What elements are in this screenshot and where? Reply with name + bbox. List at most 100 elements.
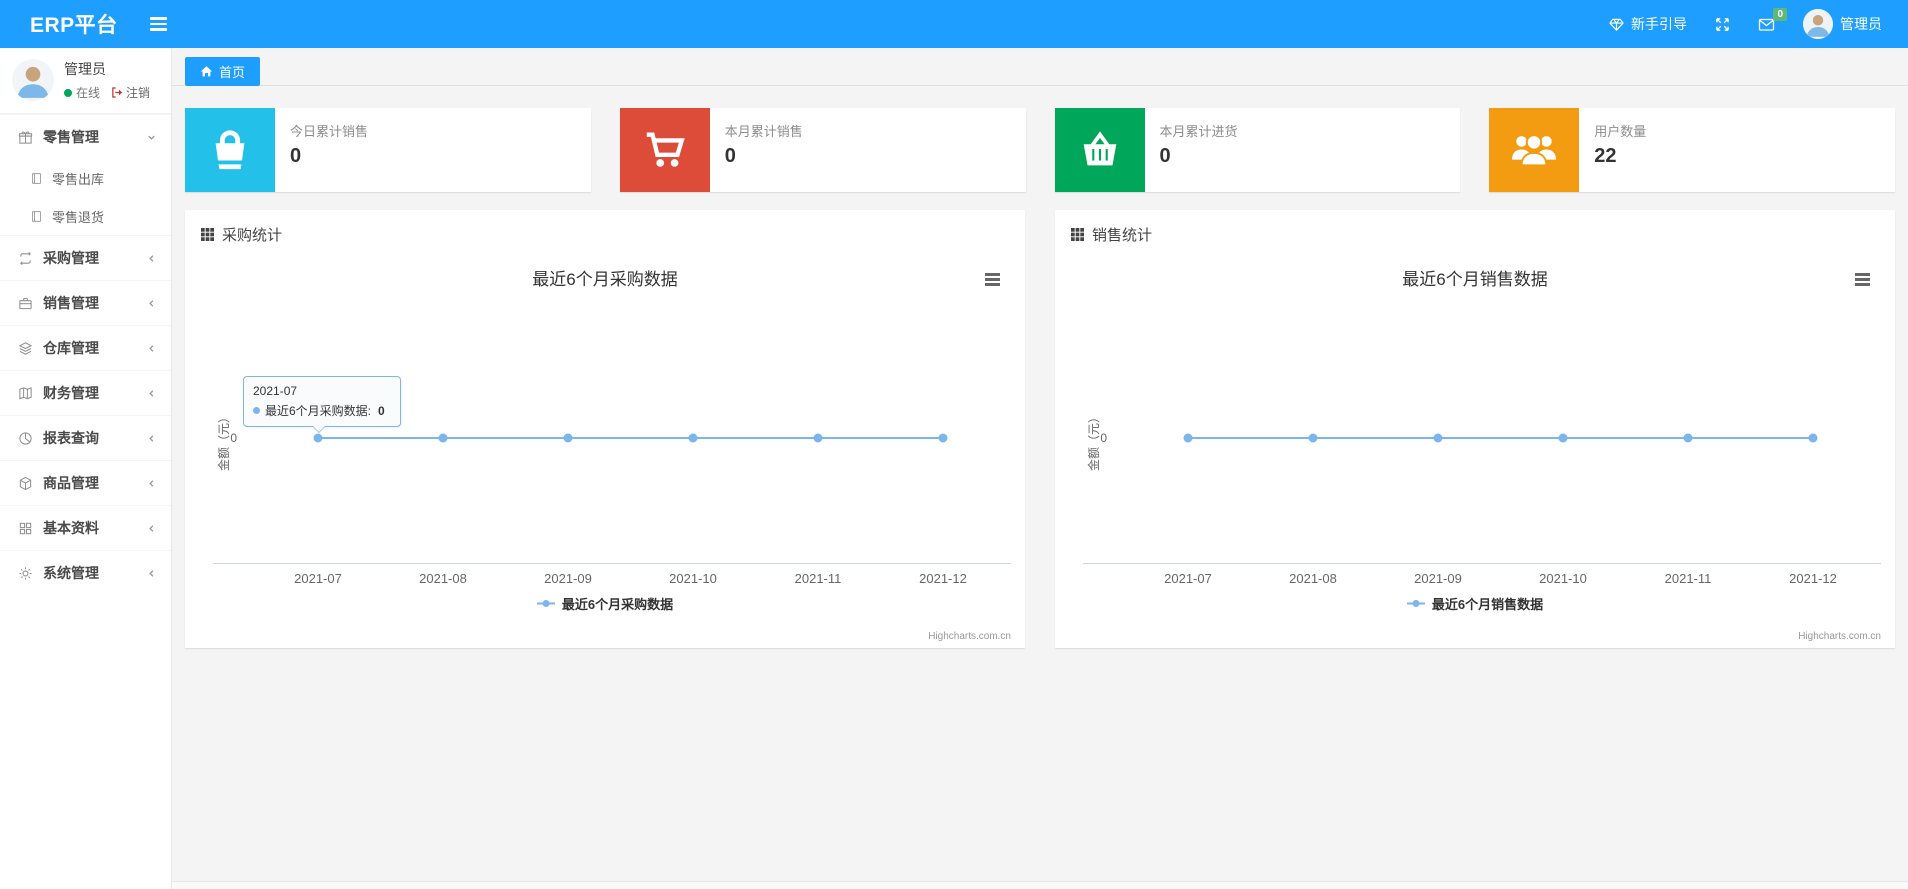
legend-marker-icon <box>536 600 555 607</box>
data-point[interactable] <box>938 433 948 443</box>
sales-chart-panel: 销售统计 最近6个月销售数据 金额（元） 0 2021-07 2021-08 2… <box>1055 210 1895 648</box>
chevron-left-icon <box>146 298 157 309</box>
online-dot-icon <box>64 88 72 97</box>
x-tick: 2021-10 <box>1539 571 1587 586</box>
data-point[interactable] <box>1183 433 1193 443</box>
chevron-left-icon <box>146 433 157 444</box>
sidebar-item-purchase[interactable]: 采购管理 <box>0 235 171 280</box>
y-axis-tick: 0 <box>230 431 237 445</box>
card-value: 22 <box>1594 145 1617 167</box>
gear-icon <box>18 566 33 581</box>
user-panel: 管理员 在线 注销 <box>0 48 171 113</box>
sidebar: 管理员 在线 注销 零售管理 零售出库 零售退货 采购管理 销售管理 仓库管理 … <box>0 48 172 889</box>
repeat-icon <box>18 251 33 266</box>
card-label: 本月累计进货 <box>1159 124 1238 139</box>
data-point[interactable] <box>438 433 448 443</box>
card-today-sales: 今日累计销售 0 <box>185 108 591 192</box>
highcharts-credits-link[interactable]: Highcharts.com.cn <box>928 631 1011 642</box>
tooltip-series: 最近6个月采购数据: <box>265 404 372 418</box>
x-axis-line <box>1083 563 1881 564</box>
legend-item[interactable]: 最近6个月采购数据 <box>185 594 1025 613</box>
layers-icon <box>18 341 33 356</box>
data-point[interactable] <box>1558 433 1568 443</box>
x-tick: 2021-07 <box>1164 571 1212 586</box>
fullscreen-button[interactable] <box>1715 17 1730 32</box>
data-point[interactable] <box>1683 433 1693 443</box>
sidebar-item-warehouse[interactable]: 仓库管理 <box>0 325 171 370</box>
avatar <box>1803 9 1833 39</box>
tab-home[interactable]: 首页 <box>185 57 261 86</box>
sidebar-item-sales[interactable]: 销售管理 <box>0 280 171 325</box>
sidebar-item-basics[interactable]: 基本资料 <box>0 505 171 550</box>
doc-icon <box>30 172 43 185</box>
sidebar-item-retail-return[interactable]: 零售退货 <box>0 197 171 235</box>
guide-button[interactable]: 新手引导 <box>1609 14 1687 34</box>
y-axis-tick: 0 <box>1100 431 1107 445</box>
doc-icon <box>30 210 43 223</box>
fullscreen-icon <box>1715 17 1730 32</box>
card-label: 今日累计销售 <box>290 124 369 139</box>
th-grid-icon <box>1071 228 1084 241</box>
chart-export-menu-button[interactable] <box>982 270 1003 289</box>
logout-button[interactable]: 注销 <box>110 84 150 101</box>
sidebar-item-system[interactable]: 系统管理 <box>0 550 171 595</box>
data-point[interactable] <box>1433 433 1443 443</box>
footer-strip <box>172 881 1908 889</box>
card-month-purchases: 本月累计进货 0 <box>1054 108 1461 192</box>
x-axis-labels: 2021-07 2021-08 2021-09 2021-10 2021-11 … <box>1164 571 1837 587</box>
card-user-count: 用户数量 22 <box>1489 108 1895 192</box>
x-axis-line <box>213 563 1011 564</box>
purchase-chart-panel: 采购统计 最近6个月采购数据 金额（元） 0 2021-07 最近6个月采购数据… <box>185 210 1025 648</box>
data-point[interactable] <box>1808 433 1818 443</box>
legend-marker-icon <box>1406 600 1425 607</box>
user-menu[interactable]: 管理员 <box>1803 9 1882 39</box>
box-icon <box>18 476 33 491</box>
bag-icon <box>185 108 275 192</box>
sidebar-item-goods[interactable]: 商品管理 <box>0 460 171 505</box>
pie-chart-icon <box>18 431 33 446</box>
panel-title: 采购统计 <box>222 227 283 244</box>
panel-title: 销售统计 <box>1092 227 1153 244</box>
x-axis-labels: 2021-07 2021-08 2021-09 2021-10 2021-11 … <box>294 571 967 587</box>
x-tick: 2021-08 <box>419 571 467 586</box>
card-value: 0 <box>1159 145 1171 167</box>
grid-icon <box>18 521 33 536</box>
data-point[interactable] <box>813 433 823 443</box>
sidebar-toggle-icon[interactable] <box>144 11 173 37</box>
legend-item[interactable]: 最近6个月销售数据 <box>1055 594 1895 613</box>
x-tick: 2021-08 <box>1289 571 1337 586</box>
x-tick: 2021-10 <box>669 571 717 586</box>
highcharts-credits-link[interactable]: Highcharts.com.cn <box>1798 631 1881 642</box>
guide-label: 新手引导 <box>1631 16 1687 32</box>
chart-export-menu-button[interactable] <box>1852 270 1873 289</box>
online-label: 在线 <box>76 86 101 100</box>
sidebar-item-reports[interactable]: 报表查询 <box>0 415 171 460</box>
logout-icon <box>112 87 123 98</box>
sidebar-item-retail[interactable]: 零售管理 <box>0 114 171 159</box>
tab-bar: 首页 <box>172 48 1908 86</box>
data-point[interactable] <box>1308 433 1318 443</box>
card-value: 0 <box>724 145 736 167</box>
data-point[interactable] <box>688 433 698 443</box>
x-tick: 2021-07 <box>294 571 342 586</box>
x-tick: 2021-11 <box>794 571 842 586</box>
x-tick: 2021-12 <box>919 571 967 586</box>
chart-panels-row: 采购统计 最近6个月采购数据 金额（元） 0 2021-07 最近6个月采购数据… <box>185 210 1895 648</box>
chevron-left-icon <box>146 523 157 534</box>
avatar <box>12 59 54 101</box>
tooltip-value: 0 <box>378 403 385 418</box>
chevron-left-icon <box>146 343 157 354</box>
chevron-left-icon <box>146 478 157 489</box>
data-point[interactable] <box>313 433 323 443</box>
card-value: 0 <box>290 145 302 167</box>
envelope-icon <box>1758 17 1775 32</box>
tooltip-date: 2021-07 <box>253 384 298 398</box>
sidebar-item-finance[interactable]: 财务管理 <box>0 370 171 415</box>
series-line <box>318 437 943 439</box>
panel-header: 销售统计 <box>1055 210 1895 245</box>
sidebar-item-retail-outbound[interactable]: 零售出库 <box>0 159 171 197</box>
x-tick: 2021-09 <box>544 571 592 586</box>
data-point[interactable] <box>563 433 573 443</box>
sidebar-menu: 零售管理 零售出库 零售退货 采购管理 销售管理 仓库管理 财务管理 报表查询 … <box>0 113 171 595</box>
messages-button[interactable]: 0 <box>1758 7 1787 32</box>
